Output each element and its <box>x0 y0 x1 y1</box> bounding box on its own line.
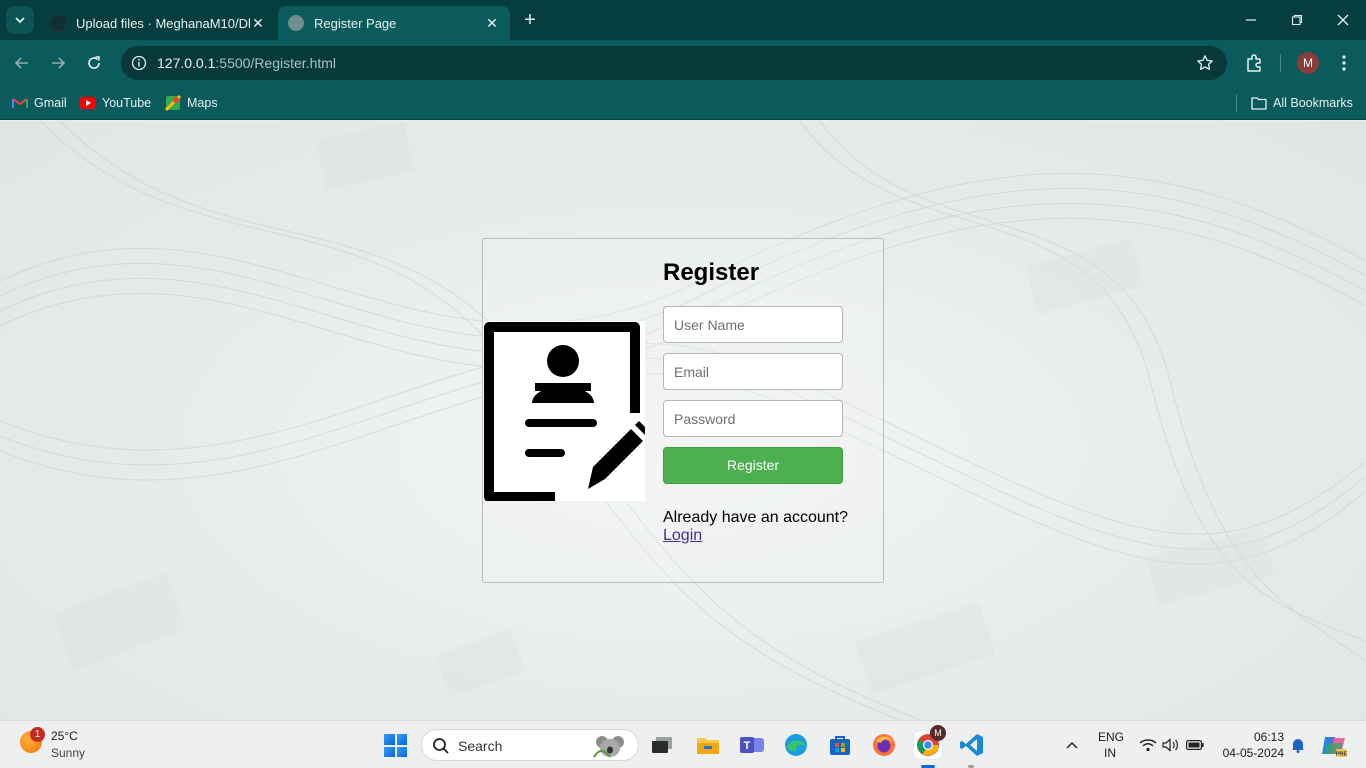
search-icon <box>433 738 449 754</box>
store-icon <box>830 736 850 755</box>
url-path: :5500/Register.html <box>215 55 337 71</box>
new-tab-button[interactable]: + <box>518 9 542 33</box>
tab-register-page[interactable]: Register Page ✕ <box>278 6 510 40</box>
site-info-icon[interactable] <box>129 53 149 73</box>
chevron-up-icon <box>1066 741 1078 749</box>
start-button[interactable] <box>384 734 407 757</box>
taskbar-search[interactable]: Search <box>421 729 639 761</box>
register-page: Register Register Already have an accoun… <box>0 121 1366 720</box>
restore-icon <box>1291 14 1303 26</box>
windows-logo-icon <box>384 734 395 745</box>
copilot-icon[interactable]: PRE <box>1321 733 1347 759</box>
all-bookmarks-button[interactable]: All Bookmarks <box>1251 93 1353 113</box>
show-hidden-icons-button[interactable] <box>1063 736 1081 754</box>
browser-toolbar: 127.0.0.1:5500/Register.html M <box>0 40 1366 86</box>
clock-time: 06:13 <box>1253 730 1284 744</box>
volume-icon[interactable] <box>1162 736 1180 754</box>
teams-icon: T <box>740 737 764 753</box>
firefox-button[interactable] <box>870 731 898 759</box>
bookmarks-bar: Gmail YouTube Maps All Bookmarks <box>0 86 1366 120</box>
restore-button[interactable] <box>1274 0 1320 40</box>
bookmark-label: Maps <box>187 96 218 110</box>
firefox-icon <box>873 734 895 756</box>
weather-description: Sunny <box>51 746 86 760</box>
file-explorer-button[interactable] <box>694 731 722 759</box>
teams-button[interactable]: T <box>738 731 766 759</box>
account-prompt: Already have an account? <box>663 509 849 526</box>
email-input[interactable] <box>663 353 843 390</box>
address-bar[interactable]: 127.0.0.1:5500/Register.html <box>121 46 1227 80</box>
chrome-profile-badge: M <box>930 725 946 741</box>
register-button[interactable]: Register <box>663 447 843 484</box>
reload-button[interactable] <box>81 50 107 76</box>
toolbar-separator <box>1280 54 1281 72</box>
globe-icon <box>288 15 304 31</box>
notification-bell-icon[interactable] <box>1289 736 1307 754</box>
tab-upload-files[interactable]: Upload files · MeghanaM10/Dl ✕ <box>40 6 276 40</box>
url-text[interactable]: 127.0.0.1:5500/Register.html <box>157 55 336 71</box>
all-bookmarks-label: All Bookmarks <box>1273 96 1353 110</box>
forward-button[interactable] <box>45 50 71 76</box>
wifi-icon[interactable] <box>1139 736 1157 754</box>
password-input[interactable] <box>663 400 843 437</box>
koala-search-highlight-icon <box>593 736 624 758</box>
github-icon <box>50 15 66 31</box>
bookmarks-separator <box>1236 94 1237 112</box>
weather-badge: 1 <box>30 727 45 742</box>
windows-taskbar: 1 25°C Sunny Search T M ENG IN 06:13 04-… <box>0 720 1366 768</box>
battery-icon[interactable] <box>1186 736 1204 754</box>
store-button[interactable] <box>826 731 854 759</box>
vscode-icon <box>960 734 983 756</box>
close-icon <box>1337 14 1349 26</box>
close-tab-icon[interactable]: ✕ <box>250 15 266 32</box>
username-input[interactable] <box>663 306 843 343</box>
youtube-icon <box>80 95 96 111</box>
bookmark-label: Gmail <box>34 96 67 110</box>
tab-search-button[interactable] <box>6 6 34 34</box>
form-heading: Register <box>663 259 760 286</box>
minimize-icon <box>1246 19 1256 21</box>
edge-icon <box>785 734 807 756</box>
svg-text:PRE: PRE <box>1336 752 1347 758</box>
folder-icon <box>697 738 719 754</box>
tab-title: Upload files · MeghanaM10/Dl <box>76 15 250 31</box>
task-view-icon <box>652 737 672 753</box>
edge-button[interactable] <box>782 731 810 759</box>
bookmark-star-icon[interactable] <box>1195 53 1215 73</box>
region-code: IN <box>1104 746 1116 760</box>
login-link[interactable]: Login <box>663 527 702 545</box>
search-placeholder: Search <box>458 738 503 754</box>
task-view-button[interactable] <box>648 731 676 759</box>
bookmark-label: YouTube <box>102 96 152 110</box>
folder-icon <box>1251 95 1267 111</box>
arrow-left-icon <box>14 57 28 69</box>
chevron-down-icon <box>15 17 25 24</box>
tab-title: Register Page <box>314 15 397 31</box>
reload-icon <box>88 56 100 69</box>
more-menu-icon[interactable] <box>1333 52 1355 74</box>
language-code: ENG <box>1098 730 1125 744</box>
gmail-icon <box>12 95 28 111</box>
maps-icon <box>165 95 181 111</box>
back-button[interactable] <box>9 50 35 76</box>
browser-tab-bar: Upload files · MeghanaM10/Dl ✕ Register … <box>0 0 1366 40</box>
weather-temperature: 25°C <box>51 729 78 743</box>
clock-date: 04-05-2024 <box>1222 746 1284 760</box>
profile-avatar[interactable]: M <box>1297 52 1319 74</box>
vscode-button[interactable] <box>958 731 986 759</box>
register-document-icon <box>483 321 645 501</box>
close-tab-icon[interactable]: ✕ <box>484 15 500 32</box>
bookmark-gmail[interactable]: Gmail <box>12 93 67 113</box>
bookmark-youtube[interactable]: YouTube <box>80 93 151 113</box>
extensions-icon[interactable] <box>1243 52 1265 74</box>
arrow-right-icon <box>52 57 66 69</box>
svg-text:T: T <box>744 740 751 752</box>
chrome-button[interactable]: M <box>914 725 946 759</box>
bookmark-maps[interactable]: Maps <box>165 93 218 113</box>
minimize-button[interactable] <box>1228 0 1274 40</box>
register-card: Register Register Already have an accoun… <box>482 238 884 583</box>
close-window-button[interactable] <box>1320 0 1366 40</box>
url-host: 127.0.0.1 <box>157 55 216 71</box>
